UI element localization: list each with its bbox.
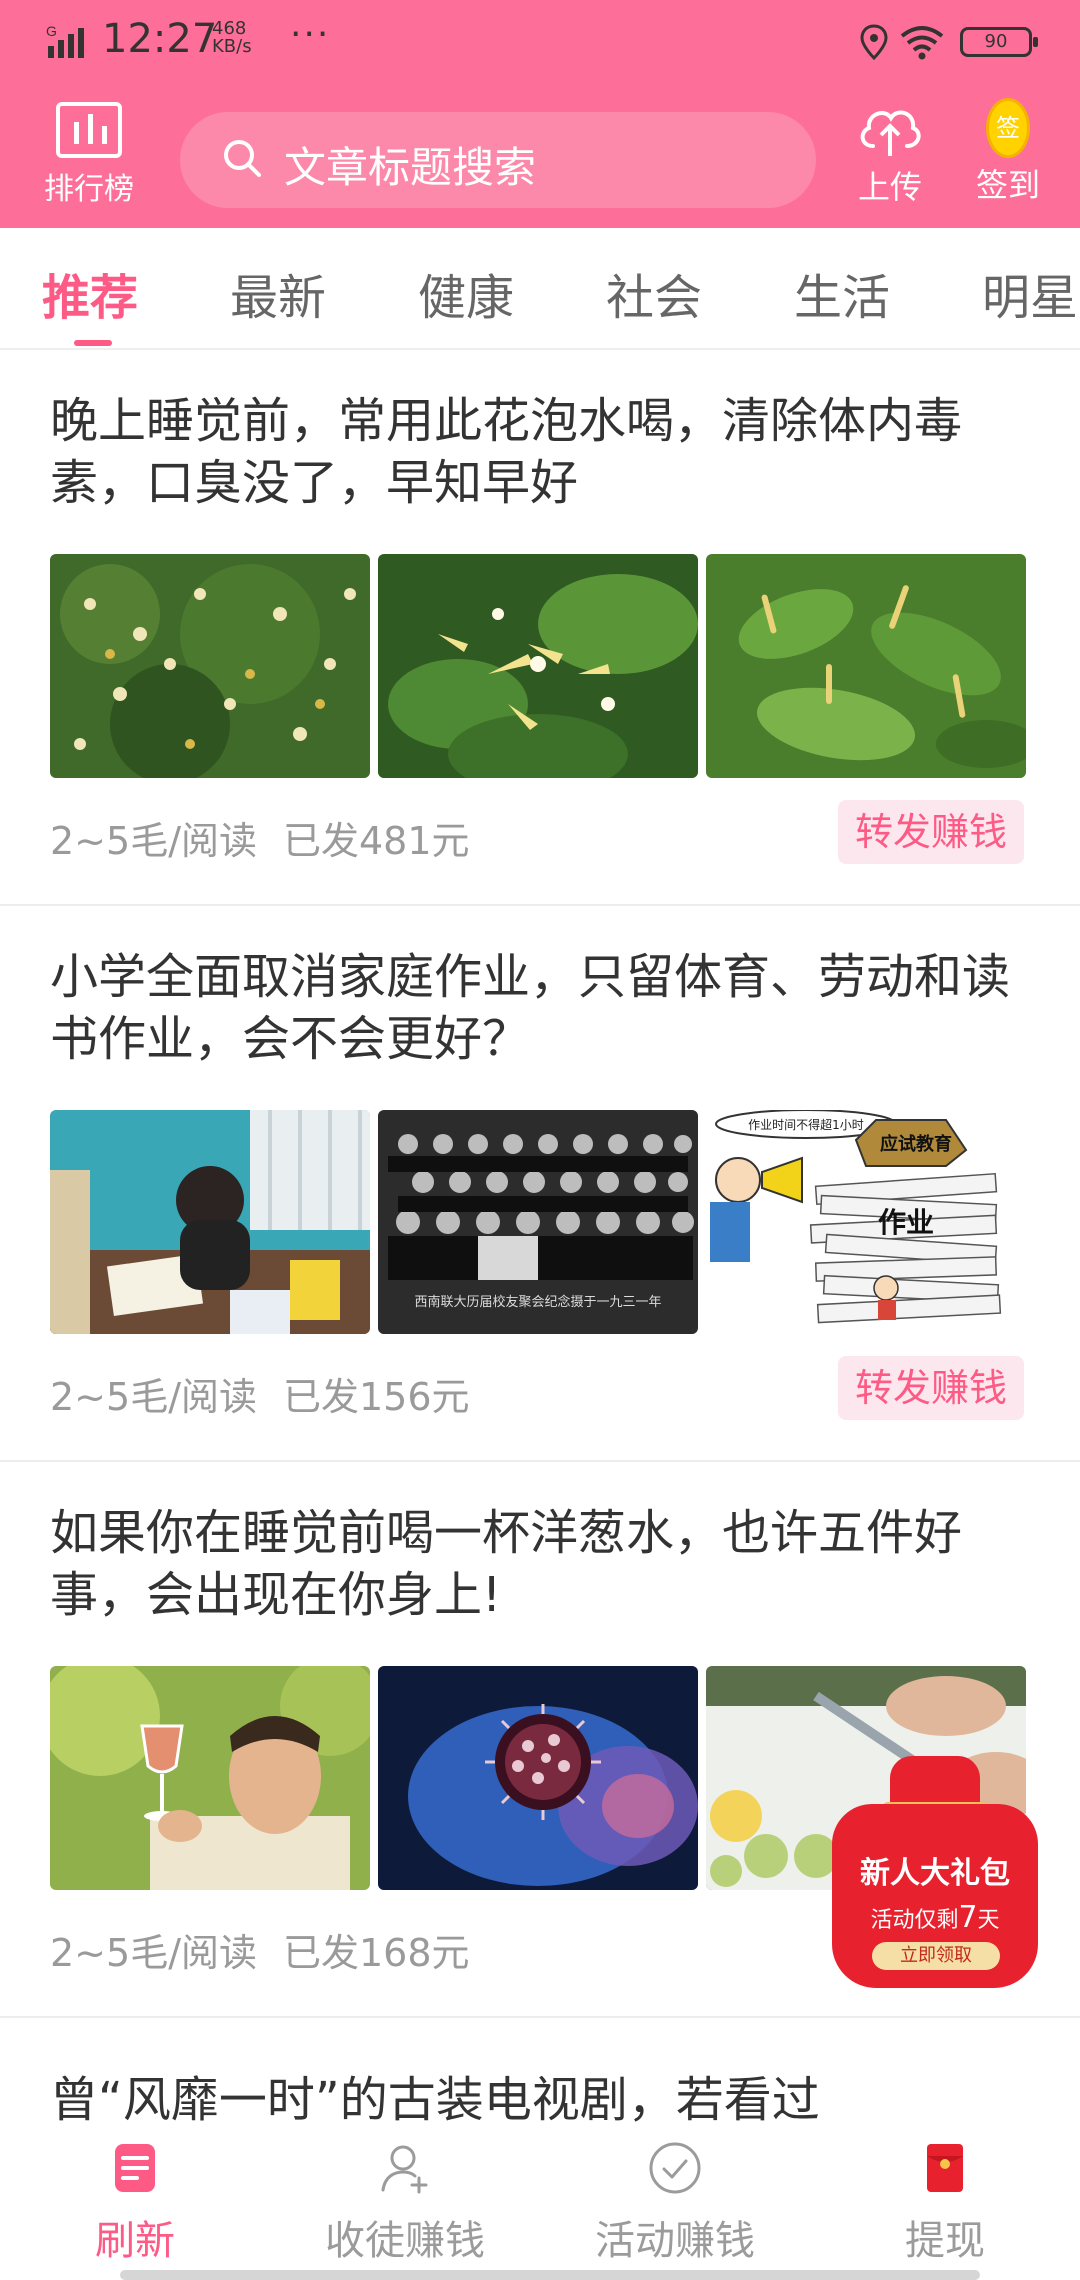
person-add-icon <box>381 2145 428 2194</box>
nav-withdraw[interactable]: 提现 <box>845 2140 1045 2266</box>
search-placeholder: 文章标题搜索 <box>284 143 537 192</box>
app-header: 排行榜 文章标题搜索 上传 签 签到 <box>0 80 1080 228</box>
article-card[interactable]: 晚上睡觉前，常用此花泡水喝，清除体内毒素，口臭没了，早知早好 2~5毛/阅读 已… <box>0 350 1080 906</box>
tab-latest[interactable]: 最新 <box>230 258 326 328</box>
tab-health[interactable]: 健康 <box>418 258 514 328</box>
tab-active-indicator <box>74 340 112 346</box>
nav-refresh-label: 刷新 <box>95 2218 175 2264</box>
cartoon-speech-text: 作业时间不得超1小时 <box>748 1117 864 1132</box>
bar-chart-icon <box>56 102 122 158</box>
signal-icon: G <box>46 23 84 58</box>
paid-amount: 已发481元 <box>283 819 470 863</box>
nav-recruit-label: 收徒赚钱 <box>325 2218 485 2264</box>
group-photo-image: 西南联大历届校友聚会纪念摄于一九三一年 <box>378 1110 698 1334</box>
article-thumbnails: 西南联大历届校友聚会纪念摄于一九三一年 作业时间不得超1小时 应试教育 作业 <box>50 1110 1028 1334</box>
location-icon <box>860 24 888 60</box>
coin-icon: 签 <box>986 98 1030 158</box>
battery-icon: 90 <box>960 27 1038 57</box>
read-rate: 2~5毛/阅读 <box>50 819 257 863</box>
article-meta: 2~5毛/阅读 已发481元 <box>50 810 470 865</box>
search-icon <box>224 140 261 177</box>
gift-countdown: 活动仅剩7天 <box>870 1900 1000 1935</box>
nav-refresh[interactable]: 刷新 <box>35 2140 235 2266</box>
gift-title: 新人大礼包 <box>860 1856 1010 1891</box>
cloud-upload-icon <box>860 110 921 156</box>
man-with-drink-image <box>50 1666 370 1890</box>
article-title[interactable]: 晚上睡觉前，常用此花泡水喝，清除体内毒素，口臭没了，早知早好 <box>50 390 1010 514</box>
refresh-doc-icon <box>115 2144 155 2192</box>
article-thumbnails <box>50 554 1028 778</box>
red-envelope-icon <box>927 2144 963 2192</box>
search-input[interactable]: 文章标题搜索 <box>180 112 816 208</box>
article-meta: 2~5毛/阅读 已发168元 <box>50 1922 470 1977</box>
nav-activity[interactable]: 活动赚钱 <box>575 2140 775 2266</box>
child-writing-image <box>50 1110 370 1334</box>
upload-button[interactable]: 上传 <box>852 100 928 208</box>
gift-claim-button[interactable]: 立即领取 <box>872 1942 1000 1970</box>
paid-amount: 已发156元 <box>283 1375 470 1419</box>
rank-button[interactable]: 排行榜 <box>34 102 144 212</box>
share-earn-button[interactable]: 转发赚钱 <box>838 1356 1024 1420</box>
network-speed: 468 KB/s <box>212 20 252 56</box>
honeysuckle-closeup-image <box>378 554 698 778</box>
checkin-button[interactable]: 签 签到 <box>968 98 1048 206</box>
nav-withdraw-label: 提现 <box>905 2218 985 2264</box>
article-title[interactable]: 曾“风靡一时”的古装电视剧，若看过 <box>50 2060 1030 2130</box>
checkin-label: 签到 <box>975 166 1040 204</box>
category-tabs: 推荐 最新 健康 社会 生活 明星 <box>0 228 1080 350</box>
honeysuckle-leaves-image <box>706 554 1026 778</box>
wifi-icon <box>900 26 944 60</box>
rank-label: 排行榜 <box>44 172 134 207</box>
read-rate: 2~5毛/阅读 <box>50 1375 257 1419</box>
tab-recommend[interactable]: 推荐 <box>42 258 138 328</box>
honeysuckle-bush-image <box>50 554 370 778</box>
tab-celebrity[interactable]: 明星 <box>982 258 1078 328</box>
nav-activity-label: 活动赚钱 <box>595 2218 755 2264</box>
tab-life[interactable]: 生活 <box>794 258 890 328</box>
article-meta: 2~5毛/阅读 已发156元 <box>50 1366 470 1421</box>
check-circle-icon <box>649 2142 701 2194</box>
network-speed-unit: KB/s <box>212 36 252 57</box>
cartoon-hat-text: 应试教育 <box>880 1133 952 1155</box>
photo-caption: 西南联大历届校友聚会纪念摄于一九三一年 <box>414 1294 661 1310</box>
article-title[interactable]: 小学全面取消家庭作业，只留体育、劳动和读书作业，会不会更好？ <box>50 946 1010 1070</box>
article-title[interactable]: 如果你在睡觉前喝一杯洋葱水，也许五件好事，会出现在你身上! <box>50 1502 1010 1626</box>
homework-cartoon-image: 作业时间不得超1小时 应试教育 作业 <box>706 1110 1026 1334</box>
read-rate: 2~5毛/阅读 <box>50 1931 257 1975</box>
article-card[interactable]: 小学全面取消家庭作业，只留体育、劳动和读书作业，会不会更好？ 西南联大历届校友聚… <box>0 906 1080 1462</box>
virus-cell-image <box>378 1666 698 1890</box>
cartoon-pile-text: 作业 <box>878 1206 934 1239</box>
status-bar: G 12:27 468 KB/s ··· 90 <box>0 0 1080 80</box>
status-time: 12:27 <box>102 16 218 62</box>
nav-recruit[interactable]: 收徒赚钱 <box>305 2140 505 2266</box>
upload-label: 上传 <box>857 168 922 206</box>
svg-text:G: G <box>46 23 57 39</box>
paid-amount: 已发168元 <box>283 1931 470 1975</box>
new-user-gift-popup[interactable]: 新人大礼包 活动仅剩7天 立即领取 <box>832 1756 1038 1988</box>
more-dots-icon: ··· <box>290 14 331 55</box>
tab-society[interactable]: 社会 <box>606 258 702 328</box>
share-earn-button[interactable]: 转发赚钱 <box>838 800 1024 864</box>
home-indicator[interactable] <box>120 2270 980 2280</box>
